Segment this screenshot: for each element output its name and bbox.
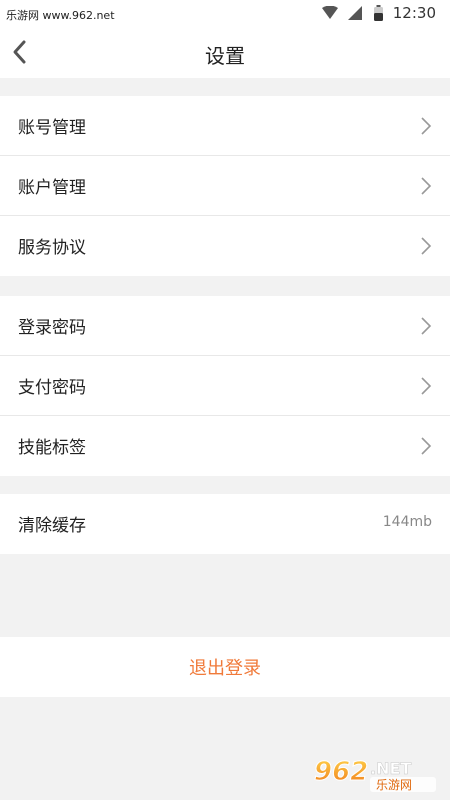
chevron-right-icon [420, 176, 432, 200]
logout-label: 退出登录 [189, 658, 261, 679]
logout-button[interactable]: 退出登录 [0, 637, 450, 697]
row-account-management[interactable]: 账号管理 [0, 96, 450, 156]
settings-group-security: 登录密码 支付密码 技能标签 [0, 296, 450, 476]
row-label: 清除缓存 [18, 516, 86, 536]
row-label: 登录密码 [18, 318, 86, 338]
svg-text:乐游网: 乐游网 [376, 778, 412, 792]
row-service-agreement[interactable]: 服务协议 [0, 216, 450, 276]
status-bar: 乐游网 www.962.net 12:30 [0, 0, 450, 28]
row-login-password[interactable]: 登录密码 [0, 296, 450, 356]
row-label: 账号管理 [18, 118, 86, 138]
watermark-logo: 962 .NET 乐游网 [310, 754, 442, 794]
row-wallet-management[interactable]: 账户管理 [0, 156, 450, 216]
row-skill-tags[interactable]: 技能标签 [0, 416, 450, 476]
row-label: 技能标签 [18, 438, 86, 458]
wifi-icon [321, 6, 338, 20]
row-clear-cache[interactable]: 清除缓存 144mb [0, 494, 450, 554]
row-payment-password[interactable]: 支付密码 [0, 356, 450, 416]
status-time: 12:30 [392, 4, 436, 22]
settings-group-account: 账号管理 账户管理 服务协议 [0, 96, 450, 276]
chevron-right-icon [420, 236, 432, 260]
page-title: 设置 [205, 44, 245, 68]
settings-group-cache: 清除缓存 144mb [0, 494, 450, 554]
battery-icon [373, 5, 383, 21]
svg-text:962: 962 [314, 757, 368, 787]
header: 设置 [0, 28, 450, 78]
chevron-right-icon [420, 116, 432, 140]
chevron-right-icon [420, 436, 432, 460]
signal-icon [347, 6, 362, 20]
status-icons: 12:30 [321, 4, 436, 22]
svg-text:.NET: .NET [370, 759, 411, 778]
status-site-text: 乐游网 www.962.net [6, 9, 115, 22]
row-label: 支付密码 [18, 378, 86, 398]
row-label: 账户管理 [18, 178, 86, 198]
row-label: 服务协议 [18, 238, 86, 258]
chevron-right-icon [420, 316, 432, 340]
chevron-right-icon [420, 376, 432, 400]
cache-size-value: 144mb [382, 514, 432, 530]
